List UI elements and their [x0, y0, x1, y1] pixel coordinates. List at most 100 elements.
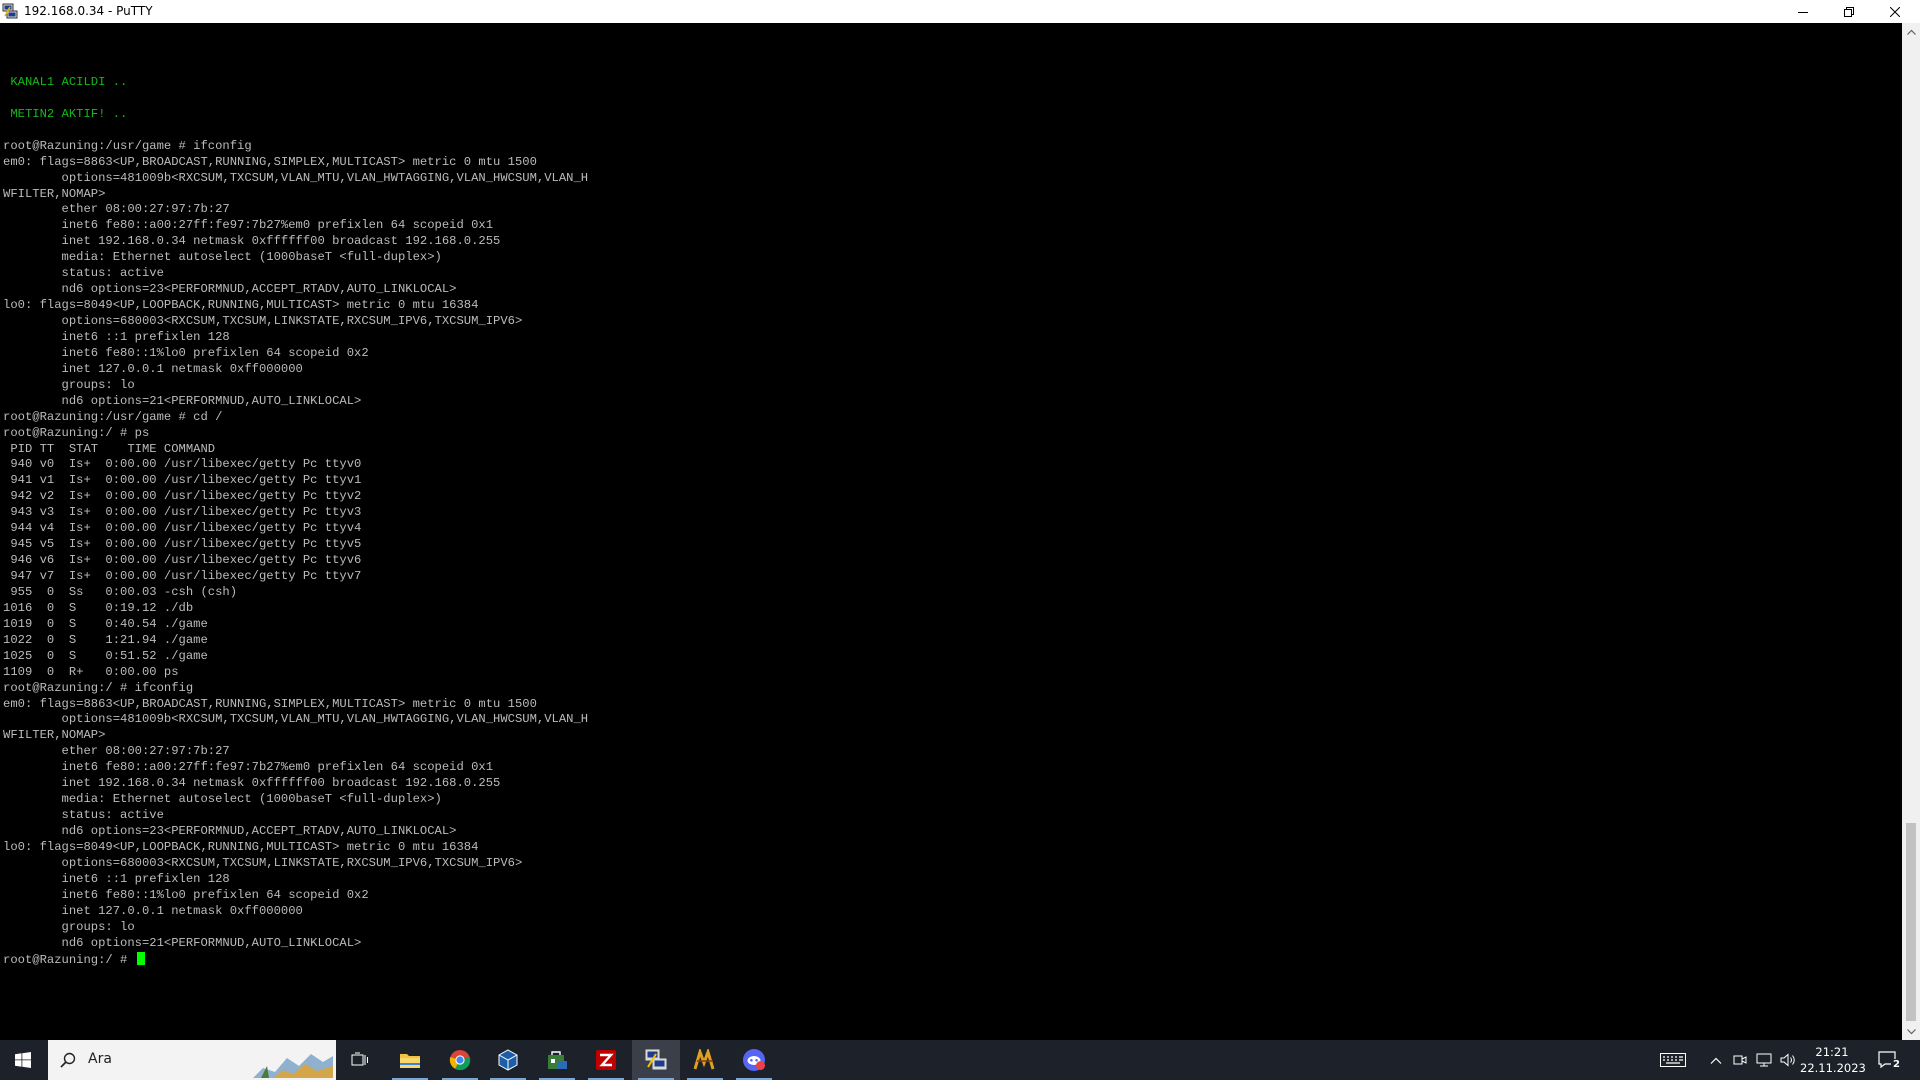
terminal-line: inet6 ::1 prefixlen 128 [3, 329, 230, 344]
meet-now-button[interactable] [1729, 1040, 1751, 1080]
metin2-icon [693, 1049, 715, 1070]
notification-center-button[interactable]: 2 [1872, 1040, 1906, 1080]
scroll-up-button[interactable] [1902, 23, 1920, 40]
terminal-line: media: Ethernet autoselect (1000baseT <f… [3, 792, 442, 807]
terminal-line: KANAL1 ACILDI .. [3, 74, 128, 89]
taskbar: Ara 21:21 22.11.2023 2 [0, 1040, 1920, 1080]
title-bar[interactable]: 192.168.0.34 - PuTTY [0, 0, 1920, 23]
terminal-line: WFILTER,NOMAP> [3, 186, 106, 201]
terminal-line: root@Razuning:/usr/game # ifconfig [3, 138, 252, 153]
terminal-line: inet6 ::1 prefixlen 128 [3, 871, 230, 886]
minimize-button[interactable] [1780, 0, 1826, 23]
taskbar-clock[interactable]: 21:21 22.11.2023 [1800, 1044, 1866, 1076]
terminal-line: 944 v4 Is+ 0:00.00 /usr/libexec/getty Pc… [3, 521, 362, 536]
close-button[interactable] [1872, 0, 1918, 23]
search-box[interactable]: Ara [48, 1040, 336, 1080]
terminal-line: options=680003<RXCSUM,TXCSUM,LINKSTATE,R… [3, 314, 523, 328]
terminal-line: lo0: flags=8049<UP,LOOPBACK,RUNNING,MULT… [3, 298, 479, 313]
terminal-area[interactable]: KANAL1 ACILDI .. METIN2 AKTIF! .. root@Ra… [0, 23, 1902, 1040]
terminal-line: 1016 0 S 0:19.12 ./db [3, 600, 194, 615]
terminal-line: 947 v7 Is+ 0:00.00 /usr/libexec/getty Pc… [3, 569, 362, 583]
taskbar-app-discord[interactable] [730, 1040, 778, 1080]
terminal-line: PID TT STAT TIME COMMAND [3, 441, 216, 456]
clock-date: 22.11.2023 [1800, 1061, 1866, 1075]
maximize-button[interactable] [1826, 0, 1872, 23]
restore-icon [1844, 6, 1854, 17]
taskbar-app-store[interactable] [533, 1040, 581, 1080]
store-icon [548, 1051, 567, 1069]
show-hidden-icons-button[interactable] [1705, 1040, 1727, 1080]
terminal-line: inet 192.168.0.34 netmask 0xffffff00 bro… [3, 776, 501, 791]
volume-icon [1780, 1053, 1795, 1067]
terminal-cursor [136, 951, 145, 965]
terminal-line: inet6 fe80::1%lo0 prefixlen 64 scopeid 0… [3, 345, 369, 360]
scrollbar-thumb[interactable] [1906, 823, 1916, 1021]
task-view-button[interactable] [336, 1040, 384, 1080]
terminal-line: inet 192.168.0.34 netmask 0xffffff00 bro… [3, 234, 501, 249]
chrome-icon [449, 1050, 471, 1071]
terminal-line: inet6 fe80::1%lo0 prefixlen 64 scopeid 0… [3, 887, 369, 902]
scroll-down-button[interactable] [1902, 1023, 1920, 1040]
filezilla-icon [596, 1050, 616, 1070]
terminal-line: METIN2 AKTIF! .. [3, 106, 128, 121]
terminal-line: lo0: flags=8049<UP,LOOPBACK,RUNNING,MULT… [3, 839, 479, 854]
terminal-line: 946 v6 Is+ 0:00.00 /usr/libexec/getty Pc… [3, 553, 362, 568]
taskbar-app-filezilla[interactable] [582, 1040, 630, 1080]
clock-time: 21:21 [1815, 1045, 1849, 1059]
taskbar-app-metin2[interactable] [681, 1040, 729, 1080]
window-title: 192.168.0.34 - PuTTY [24, 4, 153, 18]
chevron-up-icon [1906, 29, 1916, 35]
terminal-line: 955 0 Ss 0:00.03 -csh (csh) [3, 584, 238, 599]
network-button[interactable] [1752, 1040, 1776, 1080]
terminal-line: inet 127.0.0.1 netmask 0xff000000 [3, 903, 303, 918]
terminal-line: 1022 0 S 1:21.94 ./game [3, 632, 208, 647]
terminal-line: options=680003<RXCSUM,TXCSUM,LINKSTATE,R… [3, 855, 523, 870]
chevron-down-icon [1906, 1028, 1916, 1034]
terminal-line: 1109 0 R+ 0:00.00 ps [3, 664, 179, 679]
terminal-line: nd6 options=21<PERFORMNUD,AUTO_LINKLOCAL… [3, 935, 362, 950]
terminal-line: options=481009b<RXCSUM,TXCSUM,VLAN_MTU,V… [3, 712, 589, 727]
taskbar-app-explorer[interactable] [386, 1040, 434, 1080]
volume-button[interactable] [1776, 1040, 1800, 1080]
terminal-line: nd6 options=23<PERFORMNUD,ACCEPT_RTADV,A… [3, 824, 457, 838]
task-view-icon [351, 1052, 368, 1066]
taskbar-app-putty[interactable] [632, 1040, 680, 1080]
terminal-line: options=481009b<RXCSUM,TXCSUM,VLAN_MTU,V… [3, 170, 589, 185]
start-button[interactable] [0, 1040, 46, 1080]
network-icon [1756, 1053, 1772, 1067]
terminal-line: groups: lo [3, 919, 135, 934]
terminal-line: 941 v1 Is+ 0:00.00 /usr/libexec/getty Pc… [3, 473, 362, 488]
taskbar-app-virtualbox[interactable] [484, 1040, 532, 1080]
minimize-icon [1798, 11, 1808, 13]
terminal-line: root@Razuning:/usr/game # cd / [3, 409, 223, 424]
chevron-up-icon [1710, 1057, 1722, 1064]
windows-logo-icon [15, 1052, 31, 1068]
terminal-line: media: Ethernet autoselect (1000baseT <f… [3, 250, 442, 265]
terminal-line: 945 v5 Is+ 0:00.00 /usr/libexec/getty Pc… [3, 537, 362, 552]
terminal-line: nd6 options=23<PERFORMNUD,ACCEPT_RTADV,A… [3, 282, 457, 297]
terminal-line: groups: lo [3, 377, 135, 392]
terminal-line: em0: flags=8863<UP,BROADCAST,RUNNING,SIM… [3, 696, 537, 711]
terminal-line: 943 v3 Is+ 0:00.00 /usr/libexec/getty Pc… [3, 505, 362, 520]
search-placeholder: Ara [88, 1051, 112, 1067]
terminal-line: 940 v0 Is+ 0:00.00 /usr/libexec/getty Pc… [3, 457, 362, 472]
terminal-line: 1025 0 S 0:51.52 ./game [3, 648, 208, 663]
terminal-line: em0: flags=8863<UP,BROADCAST,RUNNING,SIM… [3, 154, 537, 169]
terminal-output: KANAL1 ACILDI .. METIN2 AKTIF! .. root@Ra… [3, 59, 588, 967]
terminal-line: ether 08:00:27:97:7b:27 [3, 202, 230, 217]
taskbar-app-chrome[interactable] [436, 1040, 484, 1080]
terminal-line: inet6 fe80::a00:27ff:fe97:7b27%em0 prefi… [3, 218, 494, 233]
meet-now-icon [1733, 1055, 1747, 1065]
terminal-prompt: root@Razuning:/ # [3, 952, 135, 967]
putty-icon [645, 1049, 667, 1070]
vertical-scrollbar[interactable] [1902, 23, 1920, 1040]
notification-count: 2 [1891, 1059, 1902, 1071]
terminal-line: root@Razuning:/ # ifconfig [3, 680, 194, 695]
input-indicator[interactable] [1656, 1040, 1690, 1080]
keyboard-icon [1660, 1053, 1686, 1067]
terminal-prompt-line: root@Razuning:/ # [3, 951, 588, 968]
terminal-line: inet6 fe80::a00:27ff:fe97:7b27%em0 prefi… [3, 760, 494, 775]
